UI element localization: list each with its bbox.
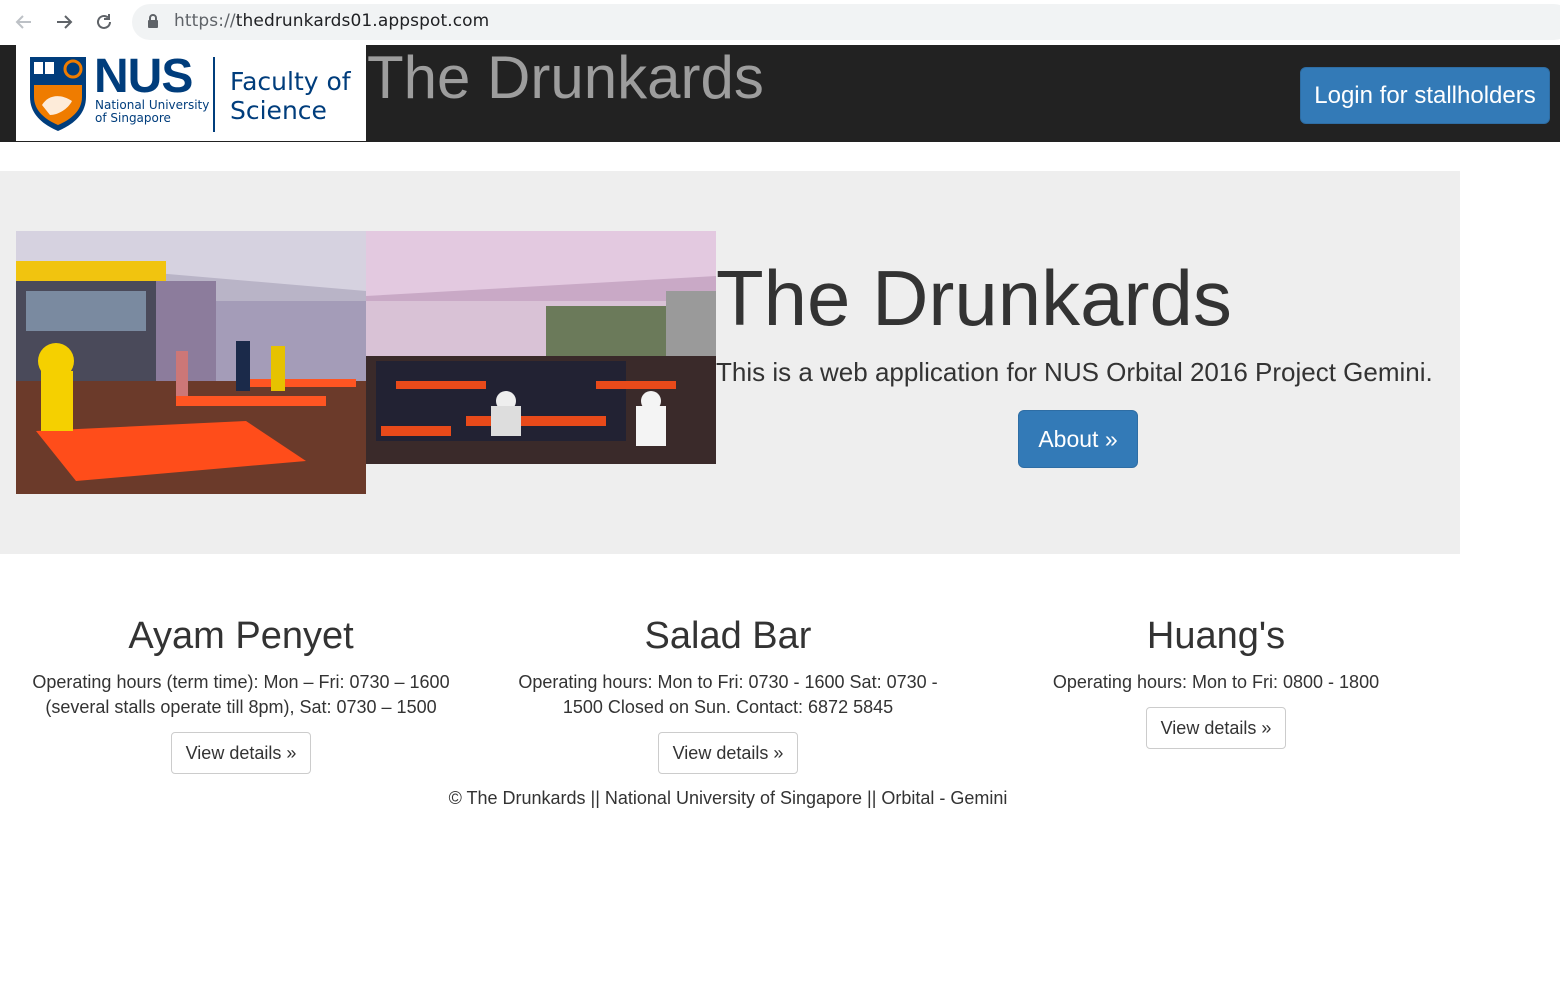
stall-name: Salad Bar <box>644 615 812 657</box>
stall-card: Huang's Operating hours: Mon to Fri: 080… <box>991 612 1441 749</box>
site-navbar: NUS National University of Singapore Fac… <box>0 45 1560 142</box>
jumbotron-lead: This is a web application for NUS Orbita… <box>716 357 1433 387</box>
nus-logo[interactable]: NUS National University of Singapore Fac… <box>16 45 366 141</box>
canteen-photo-right <box>366 231 716 464</box>
view-details-button[interactable]: View details » <box>171 732 311 774</box>
nus-acronym: NUS <box>94 50 193 103</box>
stall-hours: Operating hours: Mon to Fri: 0800 - 1800 <box>1052 672 1380 692</box>
stall-name: Ayam Penyet <box>128 615 354 657</box>
stall-card: Salad Bar Operating hours: Mon to Fri: 0… <box>503 612 953 774</box>
url-host: thedrunkards01.appspot.com <box>235 11 490 31</box>
faculty-name: Faculty of Science <box>230 67 351 125</box>
canteen-photo-left <box>16 231 366 494</box>
nus-crest-icon <box>28 55 88 138</box>
stall-hours: Operating hours: Mon to Fri: 0730 - 1600… <box>518 672 938 717</box>
browser-toolbar: https://thedrunkards01.appspot.com <box>0 0 1560 44</box>
back-arrow-icon[interactable] <box>10 8 38 36</box>
view-details-button[interactable]: View details » <box>658 732 798 774</box>
nus-university-name: National University of Singapore <box>95 98 210 125</box>
jumbotron-title: The Drunkards <box>716 254 1232 342</box>
url-text[interactable]: https://thedrunkards01.appspot.com <box>174 11 489 31</box>
about-button[interactable]: About » <box>1018 410 1138 468</box>
login-stallholders-button[interactable]: Login for stallholders <box>1300 67 1550 124</box>
logo-divider <box>213 57 215 132</box>
reload-icon[interactable] <box>90 8 118 36</box>
forward-arrow-icon[interactable] <box>50 8 78 36</box>
navbar-brand[interactable]: The Drunkards <box>367 45 764 111</box>
stall-hours: Operating hours (term time): Mon – Fri: … <box>32 672 450 717</box>
view-details-button[interactable]: View details » <box>1146 707 1286 749</box>
lock-icon <box>146 13 160 34</box>
url-scheme: https:// <box>174 11 236 31</box>
stall-card: Ayam Penyet Operating hours (term time):… <box>16 612 466 774</box>
stall-name: Huang's <box>1146 615 1286 657</box>
jumbotron: The Drunkards This is a web application … <box>0 171 1460 554</box>
footer-text: © The Drunkards || National University o… <box>448 788 1008 808</box>
